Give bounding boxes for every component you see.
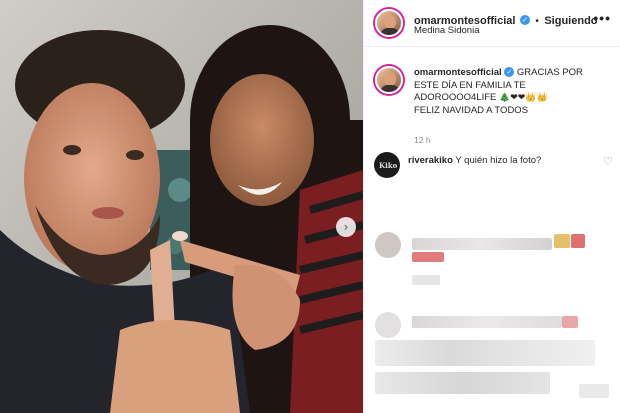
more-options-icon[interactable]: •••: [593, 10, 611, 26]
caption-username[interactable]: omarmontesofficial: [414, 67, 502, 78]
post-location[interactable]: Medina Sidonia: [414, 25, 480, 36]
blurred-avatar: [375, 312, 401, 338]
comment-text: riverakiko Y quién hizo la foto?: [408, 155, 541, 166]
comment-item: Kiko riverakiko Y quién hizo la foto? ♡: [374, 152, 613, 182]
blurred-avatar: [375, 232, 401, 258]
following-button[interactable]: Siguiendo: [544, 15, 597, 27]
post-details-panel: omarmontesofficial ✓ • Siguiendo Medina …: [363, 0, 620, 413]
caption-author-avatar[interactable]: [375, 66, 403, 94]
caption-timestamp: 12 h: [414, 135, 431, 145]
like-comment-heart-icon[interactable]: ♡: [603, 155, 613, 168]
verified-badge-icon: ✓: [519, 14, 530, 25]
post-photo[interactable]: ›: [0, 0, 363, 413]
comment-username[interactable]: riverakiko: [408, 155, 453, 166]
comment-body: Y quién hizo la foto?: [455, 155, 542, 166]
next-photo-arrow-icon[interactable]: ›: [336, 217, 356, 237]
header-separator: •: [535, 16, 539, 27]
post-header: omarmontesofficial ✓ • Siguiendo Medina …: [364, 0, 620, 47]
caption-body-line2: FELIZ NAVIDAD A TODOS: [414, 104, 529, 116]
caption-verified-icon: ✓: [504, 67, 515, 78]
caption-emoji: 🎄❤❤👑👑: [499, 93, 548, 103]
author-avatar[interactable]: [375, 9, 403, 37]
comment-avatar[interactable]: Kiko: [374, 152, 400, 178]
selfie-image: [0, 0, 363, 413]
caption-text: omarmontesofficial ✓ GRACIAS POR ESTE DÍ…: [414, 67, 610, 117]
